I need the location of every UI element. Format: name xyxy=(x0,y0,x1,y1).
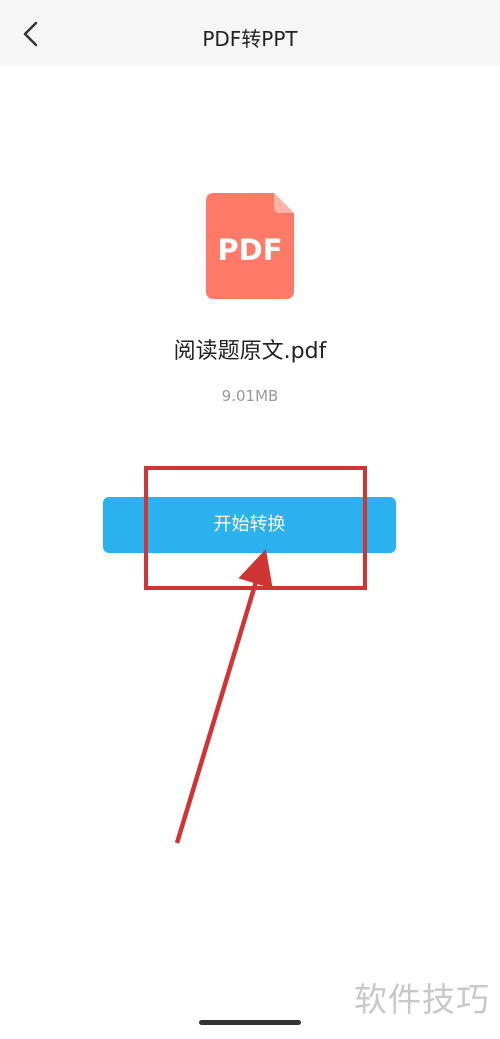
file-corner-fold xyxy=(274,193,294,213)
file-name: 阅读题原文.pdf xyxy=(173,339,327,364)
navigation-bar: PDF转PPT xyxy=(0,0,500,66)
watermark-text: 软件技巧 xyxy=(354,980,490,1019)
file-icon-label: PDF xyxy=(217,233,282,267)
annotation-arrow xyxy=(174,549,273,844)
pdf-file-icon: PDF xyxy=(206,193,294,299)
page-title: PDF转PPT xyxy=(202,27,298,51)
start-conversion-button[interactable]: 开始转换 xyxy=(103,497,396,553)
home-indicator xyxy=(199,1020,301,1025)
file-size: 9.01MB xyxy=(221,387,279,405)
